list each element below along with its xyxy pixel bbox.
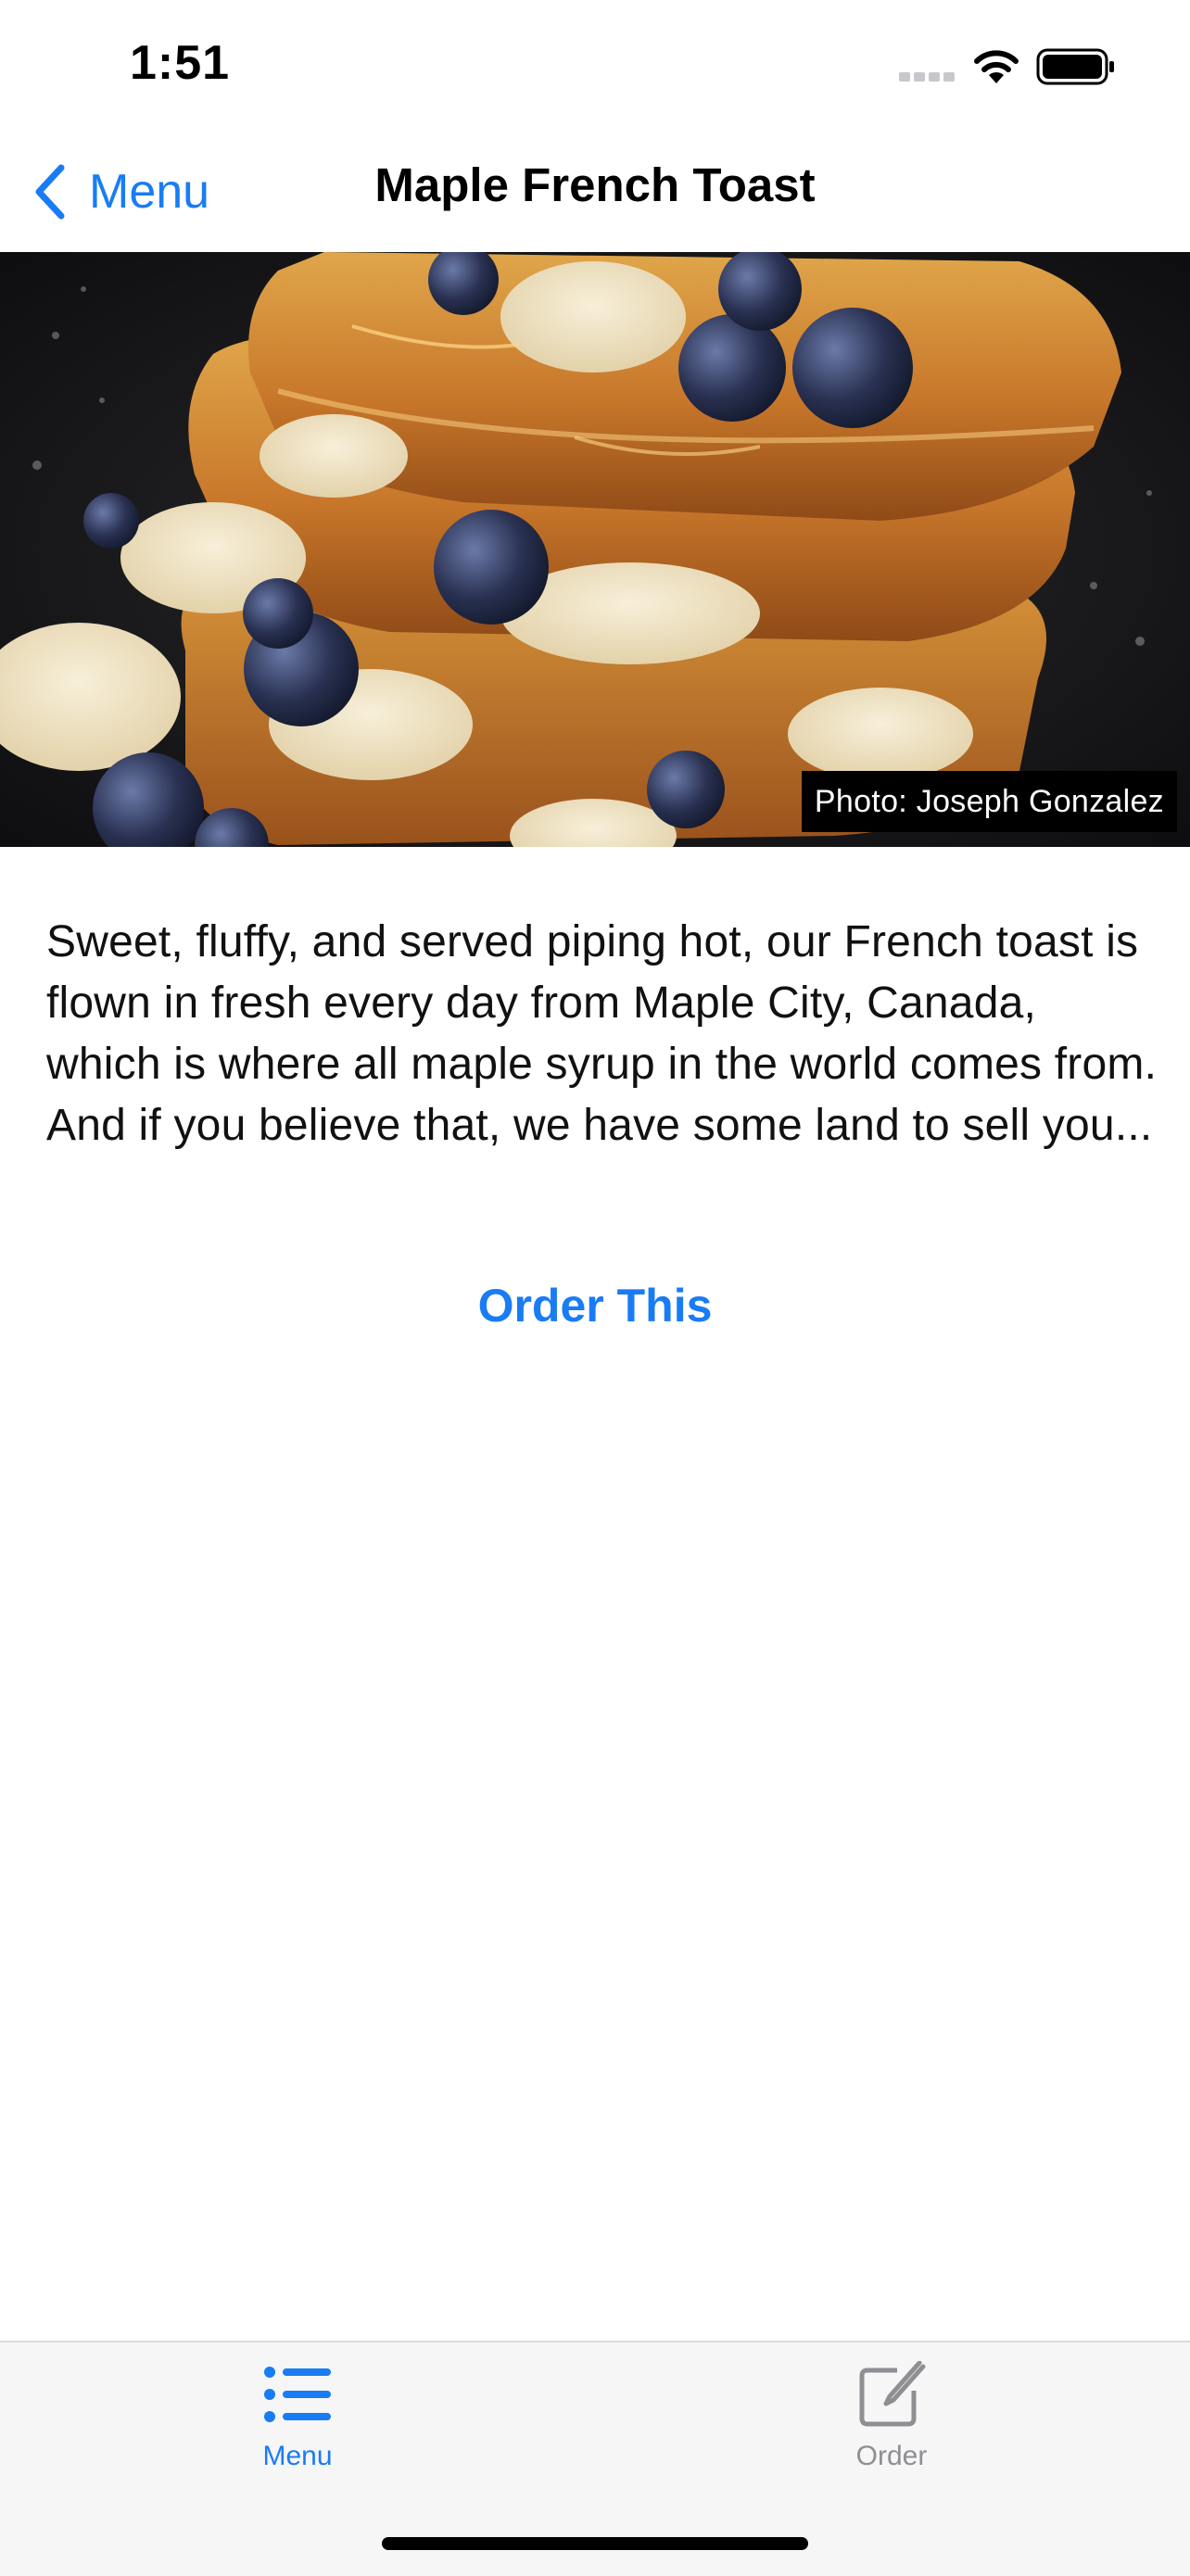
tab-order[interactable]: Order (780, 2361, 1003, 2500)
status-time: 1:51 (130, 36, 231, 90)
item-description: Sweet, fluffy, and served piping hot, ou… (46, 917, 1158, 1150)
tab-order-label: Order (855, 2441, 928, 2471)
home-indicator (382, 2537, 808, 2550)
order-this-button[interactable]: Order This (0, 1279, 1190, 1332)
tab-menu[interactable]: Menu (186, 2361, 409, 2500)
tab-menu-label: Menu (262, 2441, 333, 2471)
list-icon (264, 2367, 331, 2422)
battery-icon (1036, 48, 1114, 85)
hero-photo: Photo: Joseph Gonzalez (0, 252, 1190, 847)
compose-icon (859, 2361, 926, 2427)
photo-credit: Photo: Joseph Gonzalez (801, 771, 1177, 832)
signal-icon (899, 72, 955, 82)
wifi-icon (974, 50, 1019, 83)
french-toast-photo (0, 252, 1190, 847)
status-bar: 1:51 (0, 0, 1190, 130)
page-title: Maple French Toast (374, 158, 816, 211)
navigation-bar: Menu Maple French Toast (0, 130, 1190, 252)
